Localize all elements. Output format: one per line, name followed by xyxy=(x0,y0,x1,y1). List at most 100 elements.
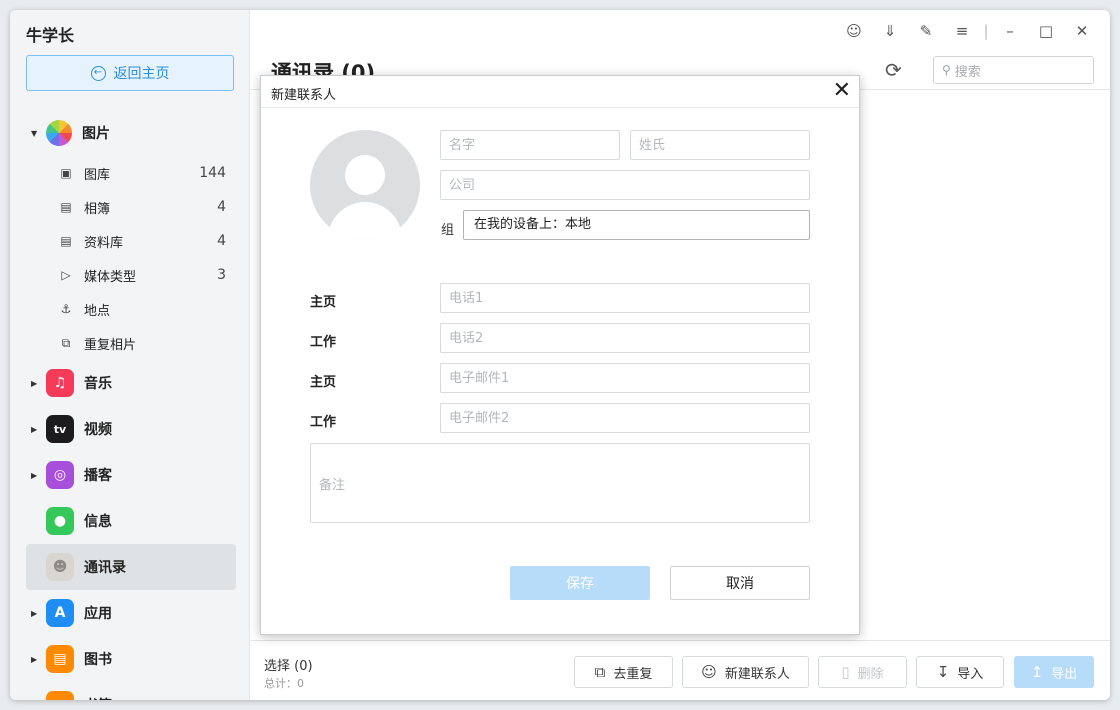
email2-field[interactable] xyxy=(440,403,810,433)
button-label: 删除 xyxy=(857,666,884,682)
new-contact-dialog: 新建联系人 ✕ 组 在我的设备上：本地 主页 工作 主页 工作 保存 取消 xyxy=(260,75,860,635)
expand-right-icon[interactable]: ▶ xyxy=(31,379,37,388)
item-count: 144 xyxy=(199,165,226,181)
trash-icon: ▯ xyxy=(841,663,850,681)
notes-field[interactable] xyxy=(310,443,810,523)
email1-type-label: 主页 xyxy=(310,375,337,390)
close-icon[interactable]: ✕ xyxy=(833,78,851,104)
sidebar-item-music[interactable]: ▶ ♫ 音乐 xyxy=(10,360,249,406)
sidebar-item-label: 信息 xyxy=(84,514,112,530)
search-input[interactable]: ⚲ 搜索 xyxy=(933,56,1094,84)
email2-type-label: 工作 xyxy=(310,415,337,430)
sidebar-item-books[interactable]: ▶ ▤ 图书 xyxy=(10,636,249,682)
duplicate-photo-icon: ⧉ xyxy=(61,336,71,350)
sidebar-item-contacts[interactable]: ☻ 通讯录 xyxy=(26,544,236,590)
back-arrow-icon: ← xyxy=(90,65,106,81)
dialog-header: 新建联系人 ✕ xyxy=(261,76,859,108)
dedupe-button[interactable]: ⧉ 去重复 xyxy=(574,656,673,688)
contacts-icon: ☻ xyxy=(46,553,74,581)
phone1-type-label: 主页 xyxy=(310,295,337,310)
avatar-head-shape xyxy=(345,155,385,195)
feedback-icon[interactable]: ✎ xyxy=(908,20,944,42)
user-icon[interactable]: ☺ xyxy=(836,20,872,42)
music-icon: ♫ xyxy=(46,369,74,397)
phone1-field[interactable] xyxy=(440,283,810,313)
library-icon: ▤ xyxy=(60,234,72,248)
back-home-label: 返回主页 xyxy=(113,66,170,82)
delete-button[interactable]: ▯ 删除 xyxy=(818,656,907,688)
photos-app-icon xyxy=(46,120,72,146)
copy-icon: ⧉ xyxy=(594,663,606,681)
button-label: 导出 xyxy=(1051,666,1078,682)
window-toolbar: ☺ ⇓ ✎ ≡ | – □ ✕ xyxy=(836,20,1100,42)
sidebar-item-gallery[interactable]: ▣ 图库 144 xyxy=(10,156,249,190)
sidebar-item-label: 资料库 xyxy=(84,235,124,251)
sidebar-item-label: 图库 xyxy=(84,167,111,183)
sidebar-item-label: 通讯录 xyxy=(84,560,126,576)
add-user-icon: ☺ xyxy=(701,663,717,681)
sidebar-item-podcast[interactable]: ▶ ◎ 播客 xyxy=(10,452,249,498)
search-icon: ⚲ xyxy=(942,63,951,77)
phone2-field[interactable] xyxy=(440,323,810,353)
sidebar-item-label: 重复相片 xyxy=(84,337,137,353)
sidebar-item-video[interactable]: ▶ tv 视频 xyxy=(10,406,249,452)
sidebar-item-places[interactable]: ⚓ 地点 xyxy=(10,292,249,326)
album-icon: ▤ xyxy=(60,200,72,214)
sidebar-item-apps[interactable]: ▶ A 应用 xyxy=(10,590,249,636)
sidebar-item-label: 图书 xyxy=(84,652,112,668)
expand-right-icon[interactable]: ▶ xyxy=(31,471,37,480)
appletv-icon: tv xyxy=(46,415,74,443)
group-select[interactable]: 在我的设备上：本地 xyxy=(463,210,810,240)
export-button[interactable]: ↥ 导出 xyxy=(1014,656,1094,688)
footer-bar: 选择 (0) 总计：0 ⧉ 去重复 ☺ 新建联系人 ▯ 删除 ↧ 导入 ↥ 导出 xyxy=(251,640,1110,700)
email1-field[interactable] xyxy=(440,363,810,393)
sidebar-item-label: 音乐 xyxy=(84,376,112,392)
expand-right-icon[interactable]: ▶ xyxy=(31,425,37,434)
save-button[interactable]: 保存 xyxy=(510,566,650,600)
maximize-icon[interactable]: □ xyxy=(1028,20,1064,42)
app-name: 牛学长 xyxy=(26,26,75,45)
podcast-icon: ◎ xyxy=(46,461,74,489)
first-name-field[interactable] xyxy=(440,130,620,160)
cancel-button[interactable]: 取消 xyxy=(670,566,810,600)
button-label: 导入 xyxy=(957,666,984,682)
sidebar: 牛学长 ← 返回主页 ▼ 图片 ▣ 图库 144 ▤ 相簿 4 ▤ 资料库 4 … xyxy=(10,10,250,700)
sidebar-item-albums[interactable]: ▤ 相簿 4 xyxy=(10,190,249,224)
expand-down-icon[interactable]: ▼ xyxy=(31,129,37,138)
selection-count: 选择 (0) xyxy=(264,659,313,674)
sidebar-item-photos[interactable]: ▼ 图片 xyxy=(10,110,249,156)
back-home-button[interactable]: ← 返回主页 xyxy=(26,55,234,91)
sidebar-item-label: 地点 xyxy=(84,303,111,319)
new-contact-button[interactable]: ☺ 新建联系人 xyxy=(682,656,809,688)
avatar-body-shape xyxy=(328,202,402,240)
refresh-icon[interactable]: ⟳ xyxy=(885,58,902,82)
photo-icon: ▣ xyxy=(60,166,72,180)
menu-icon[interactable]: ≡ xyxy=(944,20,980,42)
company-field[interactable] xyxy=(440,170,810,200)
sidebar-item-media-types[interactable]: ▷ 媒体类型 3 xyxy=(10,258,249,292)
import-button[interactable]: ↧ 导入 xyxy=(916,656,1004,688)
sidebar-item-duplicate-photos[interactable]: ⧉ 重复相片 xyxy=(10,326,249,360)
expand-right-icon[interactable]: ▶ xyxy=(31,655,37,664)
expand-right-icon[interactable]: ▶ xyxy=(31,609,37,618)
download-icon[interactable]: ⇓ xyxy=(872,20,908,42)
close-window-icon[interactable]: ✕ xyxy=(1064,20,1100,42)
sidebar-item-label: 视频 xyxy=(84,422,112,438)
sidebar-item-messages[interactable]: ● 信息 xyxy=(10,498,249,544)
minimize-icon[interactable]: – xyxy=(992,20,1028,42)
sidebar-item-label: 书签 xyxy=(84,695,112,700)
group-label: 组 xyxy=(441,223,455,238)
avatar[interactable] xyxy=(310,130,420,240)
phone2-type-label: 工作 xyxy=(310,335,337,350)
sidebar-item-bookmarks[interactable]: ▮ 书签 xyxy=(10,682,249,700)
sidebar-item-library[interactable]: ▤ 资料库 4 xyxy=(10,224,249,258)
message-icon: ● xyxy=(46,507,74,535)
last-name-field[interactable] xyxy=(630,130,810,160)
item-count: 3 xyxy=(217,267,226,283)
button-label: 新建联系人 xyxy=(724,666,790,682)
video-icon: ▷ xyxy=(61,268,71,282)
item-count: 4 xyxy=(217,199,226,215)
export-icon: ↥ xyxy=(1030,663,1044,681)
location-icon: ⚓ xyxy=(60,302,72,316)
bookmark-icon: ▮ xyxy=(46,691,74,700)
